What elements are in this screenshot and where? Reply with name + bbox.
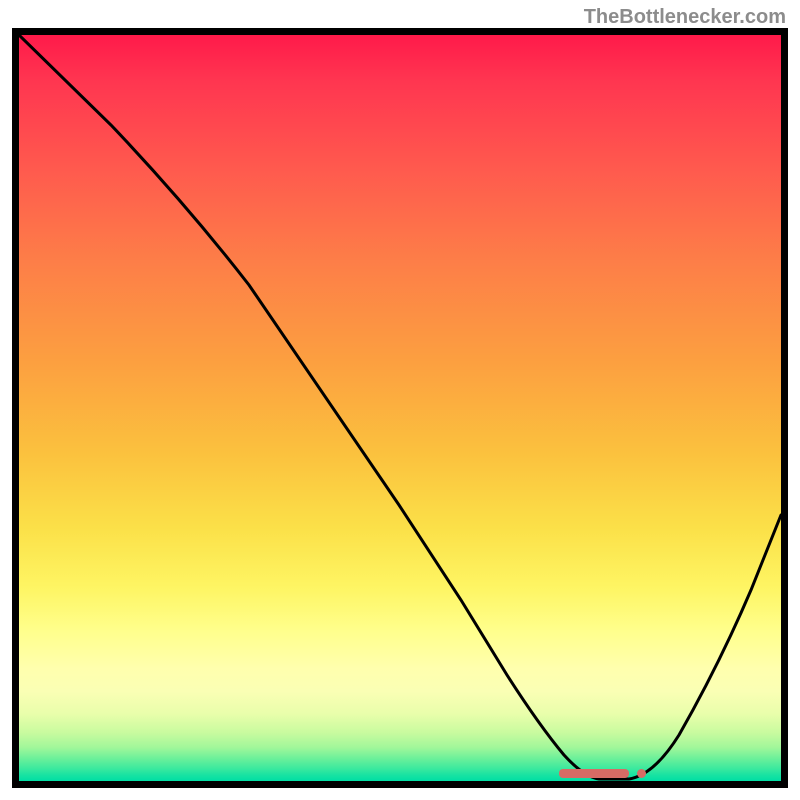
chart-frame [12,28,788,788]
optimal-range-marker [559,769,629,778]
bottleneck-line [19,35,781,779]
chart-curve [19,35,781,781]
optimal-range-marker-end [637,769,646,778]
watermark-text: TheBottlenecker.com [584,6,786,29]
chart-plot-area [19,35,781,781]
